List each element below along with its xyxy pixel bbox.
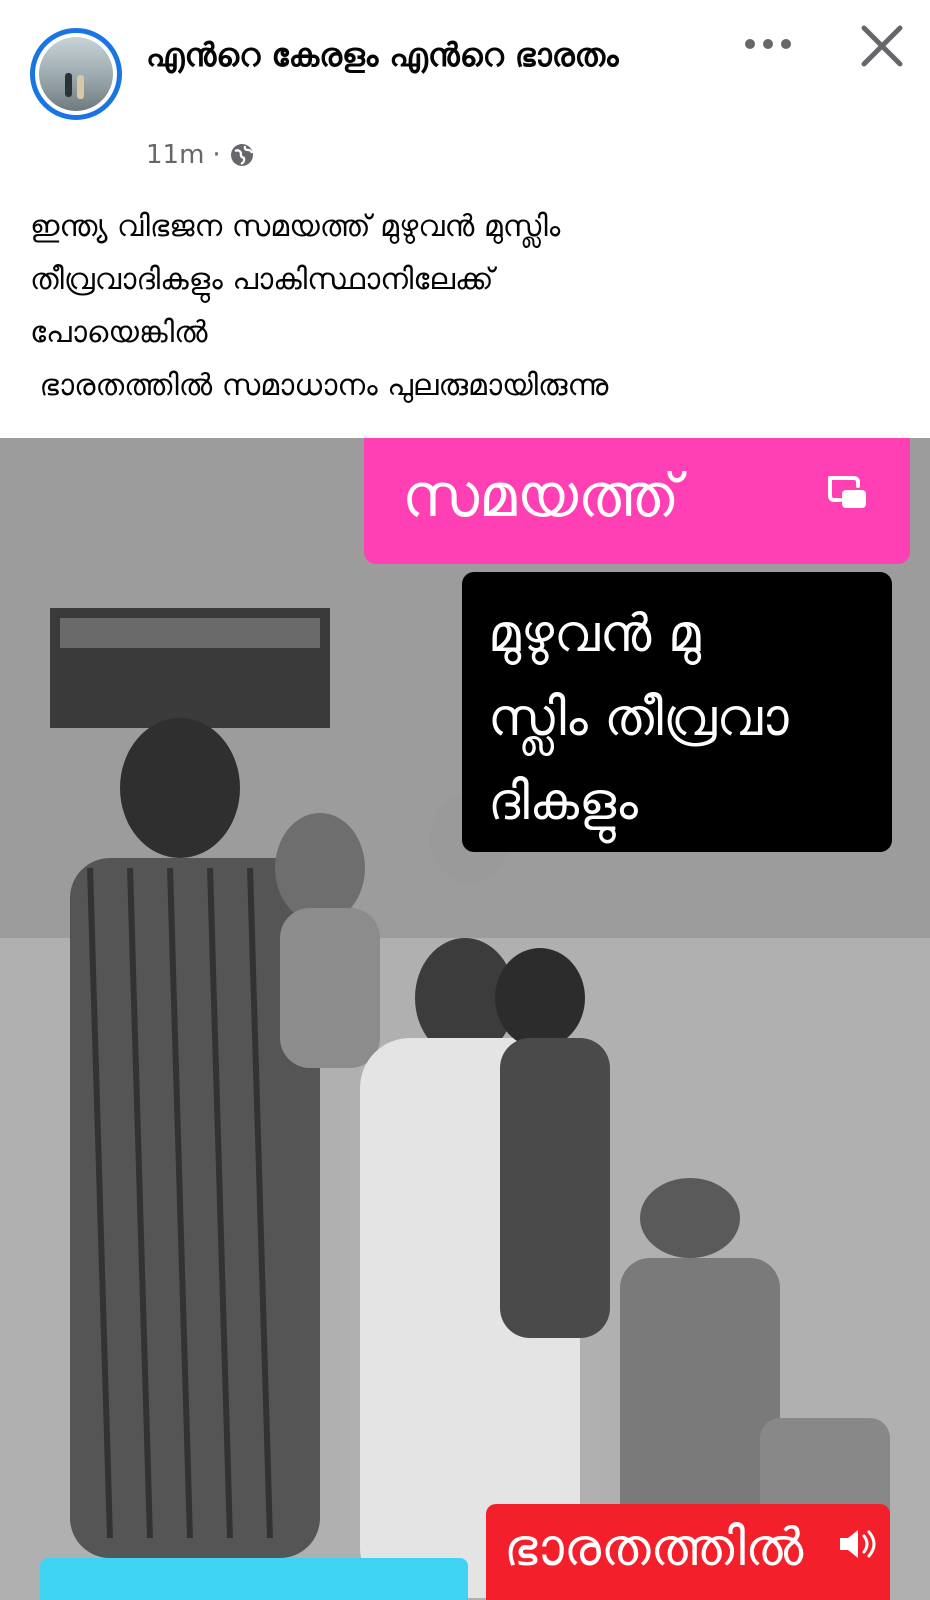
post-time[interactable]: 11m — [146, 140, 204, 170]
post-line: തീവ്രവാദികളും പാകിസ്ഥാനിലേക്ക് — [30, 262, 494, 297]
more-options-button[interactable] — [738, 24, 798, 64]
post-header: എൻറെ കേരളം എൻറെ ഭാരതം 11m · — [0, 0, 930, 190]
picture-in-picture-icon — [828, 476, 866, 508]
caption-black: മുഴുവൻ മു സ്ലിം തീവ്രവാ ദികളും — [462, 572, 892, 852]
close-icon — [861, 25, 903, 67]
globe-icon — [230, 144, 253, 166]
post-line: ഭാരതത്തിൽ സമാധാനം പുലരുമായിരുന്നു — [30, 368, 609, 403]
sound-button[interactable] — [836, 1524, 880, 1564]
speaker-icon — [840, 1530, 876, 1558]
post-line: പോയെങ്കിൽ — [30, 315, 208, 350]
caption-line: മുഴുവൻ മു — [488, 604, 701, 664]
more-horizontal-icon — [745, 39, 791, 49]
page-name[interactable]: എൻറെ കേരളം എൻറെ ഭാരതം — [146, 30, 666, 80]
caption-red: ഭാരതത്തിൽ — [486, 1504, 890, 1600]
pip-button[interactable] — [826, 472, 870, 512]
caption-line: ദികളും — [488, 772, 638, 832]
close-button[interactable] — [856, 20, 908, 72]
post-video[interactable]: സമയത്ത് മുഴുവൻ മു സ്ലിം തീവ്രവാ ദികളും ഭ… — [0, 438, 930, 1600]
post-line: ഇന്ത്യ വിഭജന സമയത്ത് മുഴുവൻ മുസ്ലിം — [30, 209, 561, 244]
post-text: ഇന്ത്യ വിഭജന സമയത്ത് മുഴുവൻ മുസ്ലിം തീവ്… — [30, 200, 910, 412]
caption-line: സ്ലിം തീവ്രവാ — [488, 688, 789, 748]
page-avatar[interactable] — [30, 28, 122, 120]
avatar-photo — [39, 37, 113, 111]
caption-cyan — [40, 1558, 468, 1600]
meta-separator: · — [212, 140, 221, 170]
post-meta: 11m · — [146, 140, 255, 170]
